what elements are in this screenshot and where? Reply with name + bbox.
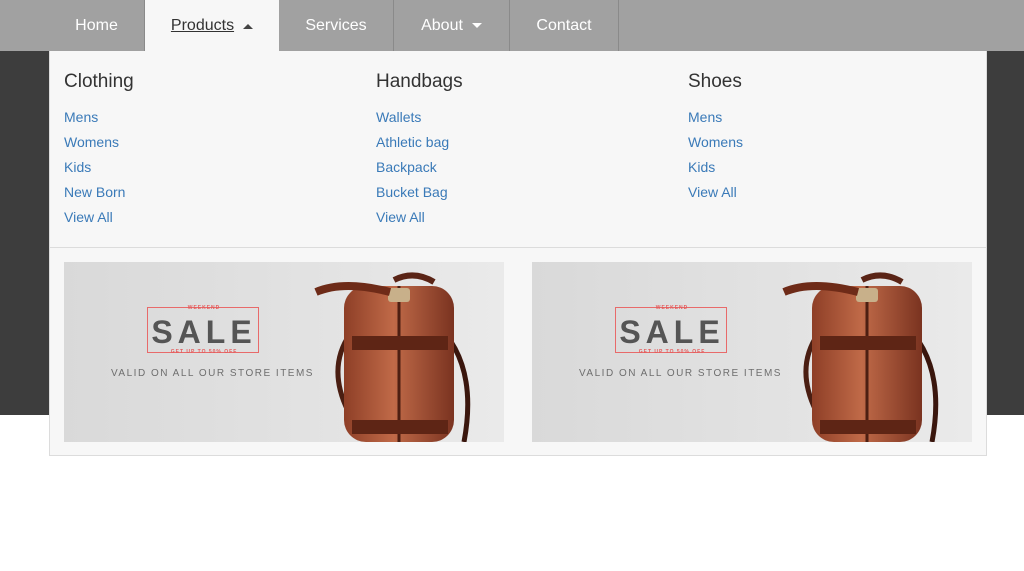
leather-bag-image (314, 272, 471, 442)
sale-headline: SALE (619, 314, 725, 350)
menu-link[interactable]: New Born (64, 180, 134, 205)
menu-column-handbags: Handbags Wallets Athletic bag Backpack B… (376, 71, 463, 230)
nav-home[interactable]: Home (49, 0, 145, 51)
menu-link[interactable]: Womens (64, 130, 134, 155)
nav-products[interactable]: Products (145, 0, 279, 52)
sale-headline: SALE (151, 314, 257, 350)
column-title: Clothing (64, 71, 134, 92)
menu-link[interactable]: View All (376, 205, 463, 230)
menu-divider (50, 247, 986, 248)
menu-link[interactable]: View All (688, 180, 743, 205)
nav-contact[interactable]: Contact (510, 0, 619, 51)
menu-link[interactable]: Mens (64, 105, 134, 130)
menu-link[interactable]: Wallets (376, 105, 463, 130)
sale-banner[interactable]: WEEKEND SALE GET UP TO 50% OFF VALID ON … (64, 262, 504, 442)
caret-down-icon (471, 23, 482, 28)
menu-link[interactable]: View All (64, 205, 134, 230)
nav-services-label: Services (305, 16, 367, 34)
sale-top-text: WEEKEND (187, 305, 221, 311)
sale-banner[interactable]: WEEKEND SALE GET UP TO 50% OFF VALID ON … (532, 262, 972, 442)
sale-tagline: VALID ON ALL OUR STORE ITEMS (579, 368, 782, 379)
menu-link[interactable]: Backpack (376, 155, 463, 180)
sale-subline: GET UP TO 50% OFF (170, 349, 238, 355)
caret-up-icon (243, 23, 254, 29)
products-mega-menu: Clothing Mens Womens Kids New Born View … (49, 51, 987, 456)
menu-column-clothing: Clothing Mens Womens Kids New Born View … (64, 71, 134, 230)
column-title: Handbags (376, 71, 463, 92)
menu-link[interactable]: Womens (688, 130, 743, 155)
leather-bag-image (782, 272, 939, 442)
menu-link[interactable]: Kids (688, 155, 743, 180)
menu-link[interactable]: Bucket Bag (376, 180, 463, 205)
main-navbar: Home Products Services About Contact (0, 0, 1024, 52)
nav-about-label: About (421, 16, 463, 34)
column-title: Shoes (688, 71, 742, 92)
nav-about[interactable]: About (394, 0, 510, 51)
menu-link[interactable]: Athletic bag (376, 130, 463, 155)
nav-contact-label: Contact (536, 16, 592, 34)
menu-link[interactable]: Mens (688, 105, 743, 130)
nav-services[interactable]: Services (279, 0, 394, 51)
sale-subline: GET UP TO 50% OFF (638, 349, 706, 355)
sale-top-text: WEEKEND (655, 305, 689, 311)
menu-column-shoes: Shoes Mens Womens Kids View All (688, 71, 743, 205)
sale-tagline: VALID ON ALL OUR STORE ITEMS (111, 368, 314, 379)
nav-home-label: Home (75, 16, 118, 34)
sale-frame: WEEKEND SALE GET UP TO 50% OFF (147, 305, 259, 355)
menu-link[interactable]: Kids (64, 155, 134, 180)
sale-frame: WEEKEND SALE GET UP TO 50% OFF (615, 305, 727, 355)
nav-products-label: Products (170, 17, 235, 34)
